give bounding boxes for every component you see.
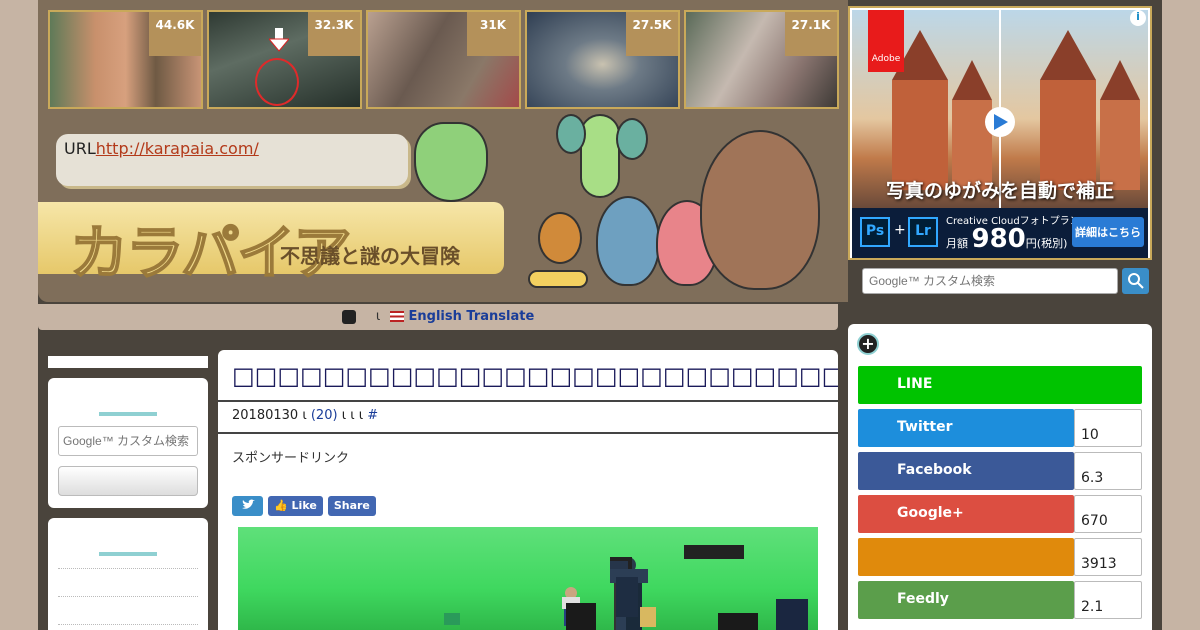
translate-bar: ι English Translate — [38, 304, 838, 330]
view-count-badge: 32.3K — [308, 12, 360, 56]
thumbnail-1[interactable]: 44.6K — [48, 10, 203, 109]
left-sidebar — [48, 356, 208, 630]
lightroom-icon: Lr — [908, 217, 938, 247]
article-photo — [238, 527, 818, 630]
url-label: URL — [64, 139, 96, 158]
ad-info-icon[interactable]: i — [1130, 10, 1146, 26]
hatena-share-row[interactable]: 3913 — [858, 538, 1142, 576]
thumbnail-4[interactable]: 27.5K — [525, 10, 680, 109]
english-translate-link[interactable]: English Translate — [409, 309, 535, 324]
ad-cta-button[interactable]: 詳細はこちら — [1072, 217, 1144, 247]
thumbnail-3[interactable]: 31K — [366, 10, 521, 109]
search-icon — [1127, 273, 1144, 289]
highlight-circle — [255, 58, 299, 106]
url-bubble: URLhttp://karapaia.com/ — [56, 134, 408, 186]
thumbnail-5[interactable]: 27.1K — [684, 10, 839, 109]
permalink[interactable]: # — [367, 408, 378, 423]
article-title[interactable]: □□□□□□□□□□□□□□□□□□□□□□□□□□□□□□□□□□□□□□□□… — [218, 350, 838, 402]
googleplus-share-row[interactable]: Google+ 670 — [858, 495, 1142, 533]
twitter-share-label[interactable]: Twitter — [858, 409, 1074, 447]
butterfly-creature-left — [414, 122, 488, 202]
line-share-row[interactable]: LINE — [858, 366, 1142, 404]
google-search-input[interactable] — [862, 268, 1118, 294]
sidebar-top-strip — [48, 356, 208, 368]
facebook-share-button[interactable]: Share — [327, 496, 376, 516]
section-divider — [99, 412, 157, 416]
view-count-badge: 27.5K — [626, 12, 678, 56]
sidebar-search-box — [48, 378, 208, 508]
uk-flag-icon — [390, 311, 405, 322]
section-divider — [99, 552, 157, 556]
sidebar-search-input[interactable] — [58, 426, 198, 456]
article-date: 20180130 — [232, 408, 299, 423]
line-share-label[interactable]: LINE — [858, 366, 1142, 404]
sidebar-list-box — [48, 518, 208, 630]
greenscreen-studio-scene — [444, 545, 808, 630]
translate-separator: ι — [375, 309, 381, 324]
wing-right — [616, 118, 648, 160]
hatena-share-label[interactable] — [858, 538, 1074, 576]
facebook-like-button[interactable]: 👍 Like — [268, 496, 323, 516]
globe-icon[interactable] — [341, 309, 356, 324]
site-subtitle: 不思議と謎の大冒険 — [280, 244, 460, 268]
list-item[interactable] — [58, 596, 198, 624]
adobe-logo: Adobe — [868, 10, 904, 72]
thumbs-up-icon: 👍 — [274, 499, 288, 512]
popular-thumbnails: 44.6K 32.3K 31K 27.5K 27.1K — [48, 10, 839, 109]
googleplus-count: 670 — [1074, 495, 1142, 533]
arrow-down-icon — [267, 28, 291, 52]
article-meta: 20180130 ι (20) ι ι ι # — [218, 402, 838, 434]
twitter-icon — [241, 499, 255, 509]
twitter-count: 10 — [1074, 409, 1142, 447]
ad-plus-sign: + — [894, 222, 906, 238]
butterfly-creature-center — [580, 114, 620, 198]
view-count-badge: 44.6K — [149, 12, 201, 56]
site-url-link[interactable]: http://karapaia.com/ — [96, 139, 259, 158]
wing-left — [556, 114, 586, 154]
ad-price: 月額 980円(税別) — [946, 224, 1068, 254]
tweet-button[interactable] — [232, 496, 263, 516]
sponsored-link-label: スポンサードリンク — [232, 451, 350, 466]
meta-separator: ι ι ι — [341, 408, 364, 423]
view-count-badge: 31K — [467, 12, 519, 56]
facebook-share-label[interactable]: Facebook — [858, 452, 1074, 490]
googleplus-share-label[interactable]: Google+ — [858, 495, 1074, 533]
article: □□□□□□□□□□□□□□□□□□□□□□□□□□□□□□□□□□□□□□□□… — [218, 350, 838, 630]
facebook-share-row[interactable]: Facebook 6.3 — [858, 452, 1142, 490]
ad-banner[interactable]: Adobe i 写真のゆがみを自動で補正 Ps + Lr Creative Cl… — [848, 6, 1152, 260]
social-share-panel: + LINE Twitter 10 Facebook 6.3 Google+ 6… — [848, 324, 1152, 630]
feedly-share-label[interactable]: Feedly — [858, 581, 1074, 619]
photoshop-icon: Ps — [860, 217, 890, 247]
list-item[interactable] — [58, 568, 198, 596]
feedly-count: 2.1 — [1074, 581, 1142, 619]
add-plus-icon[interactable]: + — [857, 333, 879, 355]
thumbnail-2[interactable]: 32.3K — [207, 10, 362, 109]
blue-bird-creature — [596, 196, 660, 286]
feedly-share-row[interactable]: Feedly 2.1 — [858, 581, 1142, 619]
meta-separator: ι — [302, 408, 307, 423]
hatena-count: 3913 — [1074, 538, 1142, 576]
ad-footer: Ps + Lr Creative Cloudフォトプラン 月額 980円(税別)… — [852, 208, 1148, 258]
search-button[interactable] — [1122, 268, 1149, 294]
list-item[interactable] — [58, 624, 198, 630]
ad-headline: 写真のゆがみを自動で補正 — [885, 180, 1114, 202]
small-chicks — [528, 270, 588, 288]
twitter-share-row[interactable]: Twitter 10 — [858, 409, 1142, 447]
brown-big-creature — [700, 130, 820, 290]
facebook-count: 6.3 — [1074, 452, 1142, 490]
orange-creature — [538, 212, 582, 264]
view-count-badge: 27.1K — [785, 12, 837, 56]
comments-link[interactable]: (20) — [311, 408, 338, 423]
sidebar-search-button[interactable] — [58, 466, 198, 496]
share-buttons: 👍 Like Share — [232, 496, 376, 516]
